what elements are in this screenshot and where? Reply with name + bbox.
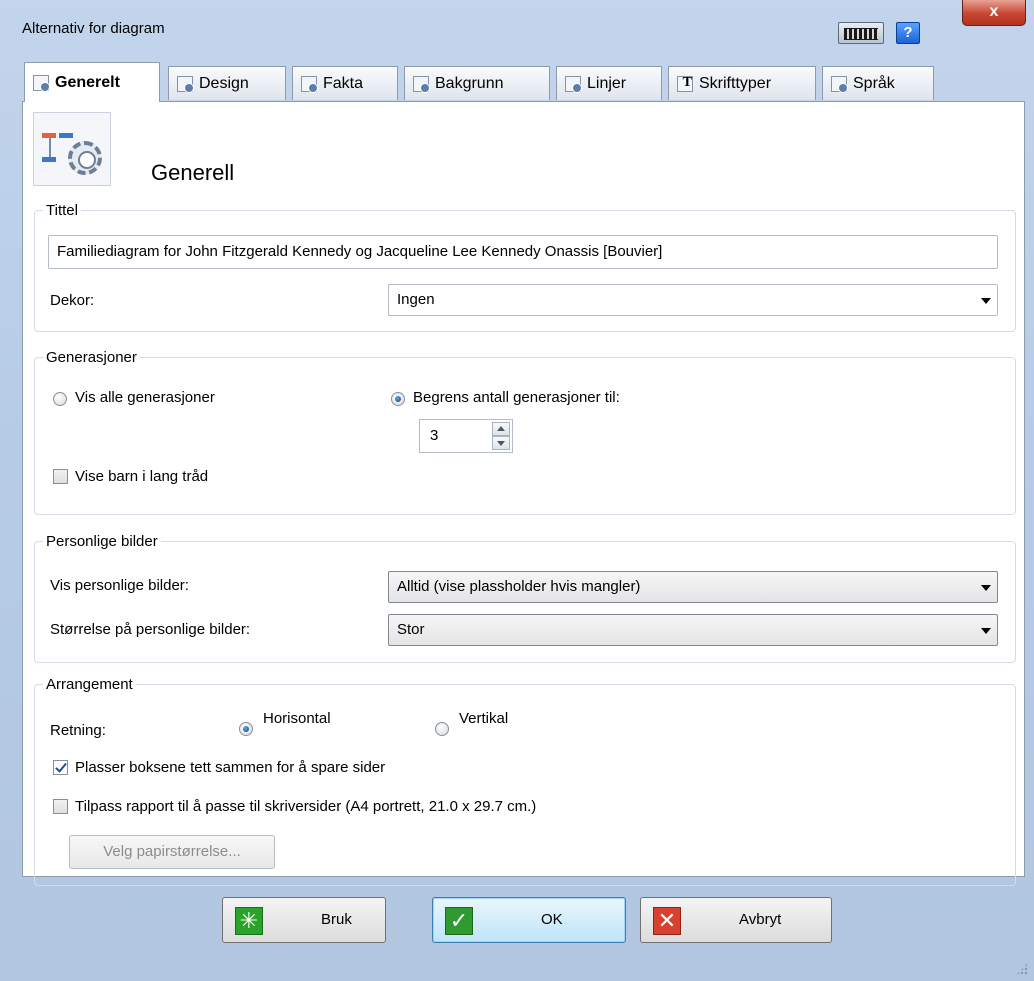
checkbox-compact-boxes[interactable]: [53, 760, 68, 775]
tab-skrifttyper[interactable]: T Skrifttyper: [668, 66, 816, 100]
direction-label: Retning:: [50, 722, 106, 739]
fonts-icon: T: [677, 75, 693, 92]
photo-size-select[interactable]: Stor: [388, 614, 998, 646]
tab-generelt[interactable]: Generelt: [24, 62, 160, 102]
tab-label: Språk: [853, 74, 895, 92]
tab-linjer[interactable]: Linjer: [556, 66, 662, 100]
tab-fakta[interactable]: Fakta: [292, 66, 398, 100]
photo-size-label: Størrelse på personlige bilder:: [50, 621, 251, 638]
keyboard-icon[interactable]: [838, 22, 884, 44]
chevron-down-icon: [981, 585, 991, 591]
radio-vertical-label[interactable]: Vertikal: [459, 710, 508, 727]
cancel-button-label: Avbryt: [739, 911, 782, 928]
stepper-up-icon[interactable]: [492, 422, 510, 436]
close-x-icon: ✕: [653, 907, 681, 935]
show-photos-label: Vis personlige bilder:: [50, 577, 189, 594]
chevron-down-icon: [981, 628, 991, 634]
facts-icon: [301, 75, 318, 93]
apply-button[interactable]: ✳ Bruk: [222, 897, 386, 943]
ok-button[interactable]: ✓ OK: [432, 897, 626, 943]
group-arrangement-legend: Arrangement: [46, 676, 133, 693]
help-button[interactable]: ?: [896, 22, 920, 44]
tab-panel-generelt: Generell Tittel Familiediagram for John …: [22, 101, 1025, 886]
title-input[interactable]: Familiediagram for John Fitzgerald Kenne…: [48, 235, 998, 269]
radio-all-generations-label[interactable]: Vis alle generasjoner: [75, 389, 215, 406]
dekor-select-value: Ingen: [397, 291, 435, 308]
tab-label: Design: [199, 74, 249, 92]
background-icon: [413, 75, 430, 93]
checkbox-fit-pages-label[interactable]: Tilpass rapport til å passe til skrivers…: [75, 798, 536, 815]
language-icon: [831, 75, 848, 93]
tab-label: Skrifttyper: [699, 74, 772, 92]
tab-label: Linjer: [587, 74, 627, 92]
ok-button-label: OK: [541, 911, 563, 928]
checkbox-fit-pages[interactable]: [53, 799, 68, 814]
radio-limit-generations-label[interactable]: Begrens antall generasjoner til:: [413, 389, 620, 406]
tab-label: Fakta: [323, 74, 364, 92]
tab-label: Generelt: [55, 73, 120, 91]
radio-all-generations[interactable]: [53, 392, 67, 406]
close-button[interactable]: x: [962, 0, 1026, 26]
chart-settings-icon: [33, 112, 111, 186]
dekor-label: Dekor:: [50, 292, 95, 309]
dialog-window: Alternativ for diagram ? x Generelt Desi…: [0, 0, 1034, 981]
general-settings-icon: [33, 74, 50, 92]
dekor-select[interactable]: Ingen: [388, 284, 998, 316]
tab-design[interactable]: Design: [168, 66, 286, 100]
stepper-down-icon[interactable]: [492, 436, 510, 450]
group-generasjoner: Generasjoner: [34, 349, 1016, 515]
cancel-button[interactable]: ✕ Avbryt: [640, 897, 832, 943]
title-bar[interactable]: Alternativ for diagram ? x: [0, 0, 1034, 62]
chevron-down-icon: [981, 298, 991, 304]
checkbox-compact-boxes-label[interactable]: Plasser boksene tett sammen for å spare …: [75, 759, 385, 776]
page-title: Generell: [151, 160, 235, 185]
apply-sparkle-icon: ✳: [235, 907, 263, 935]
tab-sprak[interactable]: Språk: [822, 66, 934, 100]
design-preview-icon: [177, 75, 194, 93]
show-photos-select[interactable]: Alltid (vise plassholder hvis mangler): [388, 571, 998, 603]
group-tittel-legend: Tittel: [46, 202, 78, 219]
tab-bakgrunn[interactable]: Bakgrunn: [404, 66, 550, 100]
checkbox-long-thread[interactable]: [53, 469, 68, 484]
generations-stepper[interactable]: 3: [419, 419, 513, 453]
tab-label: Bakgrunn: [435, 74, 504, 92]
radio-horizontal-label[interactable]: Horisontal: [263, 710, 331, 727]
apply-button-label: Bruk: [321, 911, 352, 928]
checkmark-icon: ✓: [445, 907, 473, 935]
paper-size-button[interactable]: Velg papirstørrelse...: [69, 835, 275, 869]
resize-grip-icon[interactable]: [1016, 963, 1028, 975]
photo-size-select-value: Stor: [397, 621, 425, 638]
radio-limit-generations[interactable]: [391, 392, 405, 406]
window-title: Alternativ for diagram: [22, 20, 165, 37]
group-generasjoner-legend: Generasjoner: [46, 349, 137, 366]
show-photos-select-value: Alltid (vise plassholder hvis mangler): [397, 578, 641, 595]
radio-vertical[interactable]: [435, 722, 449, 736]
lines-icon: [565, 75, 582, 93]
radio-horizontal[interactable]: [239, 722, 253, 736]
generations-stepper-value: 3: [430, 427, 439, 444]
group-personlige-bilder-legend: Personlige bilder: [46, 533, 158, 550]
checkbox-long-thread-label[interactable]: Vise barn i lang tråd: [75, 468, 208, 485]
